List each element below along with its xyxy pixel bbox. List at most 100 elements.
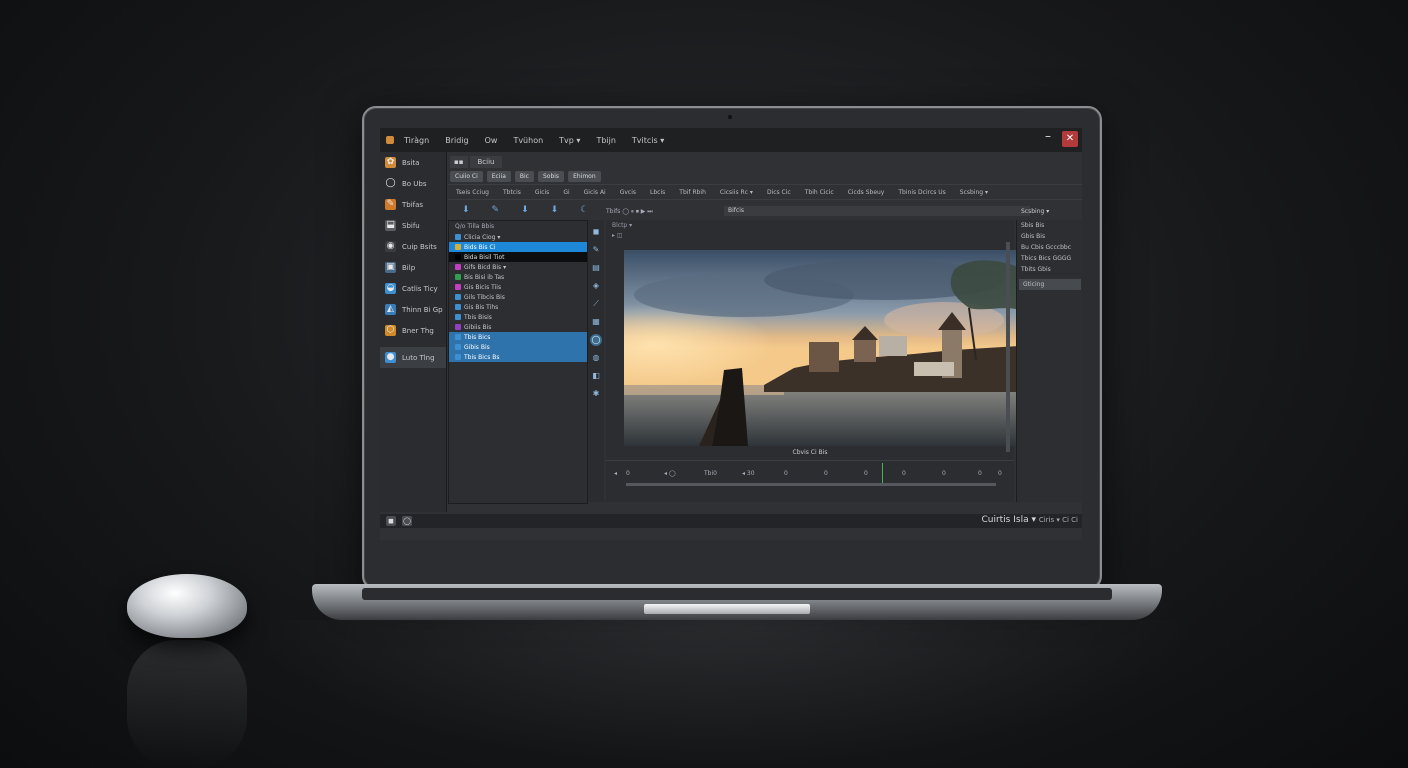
menu-item[interactable]: Bridig [445, 136, 468, 145]
tree-row-label: Tbis Bics Bs [464, 353, 500, 361]
menu-item[interactable]: Tbijn [596, 136, 615, 145]
tool-button[interactable]: ▦ [590, 316, 602, 328]
toolbar-item[interactable]: Tbih Cicic [805, 189, 834, 196]
action-button[interactable]: Cuiio Ci [450, 170, 483, 182]
viewer-tab[interactable]: Blctp ▾ [606, 220, 1014, 230]
playhead[interactable] [882, 463, 883, 485]
tool-icon[interactable]: ☾ [580, 205, 588, 215]
timeline[interactable]: ◂ 0 ◂ ◯ Tbi0 ◂ 30 0 0 0 0 0 0 0 [606, 460, 1014, 487]
sidebar-item[interactable]: ◯ Bo Ubs [380, 173, 446, 194]
layer-swatch-icon [455, 304, 461, 310]
toolbar-item[interactable]: Scsbing ▾ [960, 189, 988, 196]
menu-item[interactable]: Tiràgn [404, 136, 429, 145]
toolbar-item[interactable]: Tseis Cciug [456, 189, 489, 196]
tree-row[interactable]: Bida Bisil Tiot [449, 252, 587, 262]
menu-item[interactable]: Tvitcis ▾ [632, 136, 664, 145]
tool-button[interactable]: ◈ [590, 280, 602, 292]
tree-row[interactable]: Gibiis Bis [449, 322, 587, 332]
toolbar-item[interactable]: Tbtcis [503, 189, 521, 196]
sidebar-icon: ⬓ [385, 220, 396, 231]
tree-row[interactable]: Gis Bis Tihs [449, 302, 587, 312]
tool-icon[interactable]: ⬇ [521, 205, 529, 215]
tool-button[interactable]: ✎ [590, 244, 602, 256]
stop-icon[interactable]: ◼ [386, 516, 396, 526]
sunset-coastal-castle-photo [624, 250, 1020, 446]
menu-item[interactable]: Ow [485, 136, 498, 145]
tool-button[interactable]: ✱ [590, 388, 602, 400]
tool-icon[interactable]: ✎ [492, 205, 500, 215]
toolbar-item[interactable]: Tbif Rbih [679, 189, 706, 196]
menu-item[interactable]: Tvp ▾ [559, 136, 580, 145]
layer-tree-panel: Q/o Tilla Bbis Clicia Ciog ▾ Bids Bis Ci B… [448, 220, 588, 504]
action-button[interactable]: Bic [514, 170, 534, 182]
tree-row[interactable]: Bids Bis Ci [449, 242, 587, 252]
tree-row-label: Gibis Bis [464, 343, 490, 351]
menu-item[interactable]: Tvühon [513, 136, 543, 145]
action-button[interactable]: Ehimon [568, 170, 601, 182]
sidebar-item[interactable]: ◉ Cuip Bsits [380, 236, 446, 257]
tool-button[interactable]: ▤ [590, 262, 602, 274]
panel-row[interactable]: Tbics Bics GGGG [1017, 253, 1082, 264]
sidebar-item-label: Catlis Ticy [402, 284, 438, 293]
viewer-scrollbar[interactable] [1006, 242, 1010, 452]
minimize-button[interactable]: – [1040, 130, 1056, 147]
mouse-reflection [127, 640, 247, 768]
toolbar-item[interactable]: Cicsiis Rc ▾ [720, 189, 753, 196]
sidebar-item[interactable]: ✎ Tbifas [380, 194, 446, 215]
tool-icon[interactable]: ⬇ [551, 205, 559, 215]
sidebar-item[interactable]: ▣ Bilp [380, 257, 446, 278]
tree-row[interactable]: Gis Bicis Tiis [449, 282, 587, 292]
panel-row[interactable]: Sbis Bis [1017, 220, 1082, 231]
layer-swatch-icon [455, 284, 461, 290]
tree-row[interactable]: Clicia Ciog ▾ [449, 232, 587, 242]
tool-button[interactable]: ⟋ [590, 298, 602, 310]
tool-icon[interactable]: ⬇ [462, 205, 470, 215]
sidebar-item[interactable]: ⬓ Sbifu [380, 215, 446, 236]
tree-row-label: Bis Bisi ib Tas [464, 273, 505, 281]
sidebar-item-active[interactable]: ● Luto Tlng [380, 347, 446, 368]
toolbar-item[interactable]: Gicis Ai [584, 189, 606, 196]
sidebar-item[interactable]: ◒ Catlis Ticy [380, 278, 446, 299]
tool-button[interactable]: ◯ [590, 334, 602, 346]
panel-row[interactable]: Gbis Bis [1017, 231, 1082, 242]
toolbar-item[interactable]: Gi [563, 189, 569, 196]
toolbar-item[interactable]: Lbcis [650, 189, 665, 196]
panel-highlight-item[interactable]: Gticing [1019, 279, 1081, 290]
timeline-mark: 0 [902, 470, 906, 477]
tab-document[interactable]: Bciiu [469, 156, 503, 168]
sidebar-item[interactable]: ◭ Thinn Bi Gp [380, 299, 446, 320]
tree-row[interactable]: Tbis Bics Bs [449, 352, 587, 362]
layer-swatch-icon [455, 344, 461, 350]
status-bar: ◼ ◯ Cuirtis Isla ▾ Ciris ▾ Ci Ci [380, 514, 1082, 528]
tree-row[interactable]: Tbis Bics [449, 332, 587, 342]
timeline-track[interactable] [626, 483, 996, 486]
toolbar-item[interactable]: Gvcis [620, 189, 636, 196]
tree-row[interactable]: Gils Tibcis Bis [449, 292, 587, 302]
panel-dropdown[interactable]: Scsbing ▾ [1017, 206, 1082, 218]
tab-blank[interactable]: ▪▪ [450, 156, 468, 168]
panel-row[interactable]: Tbits Gbis [1017, 264, 1082, 275]
tree-row[interactable]: Gibis Bis [449, 342, 587, 352]
record-icon[interactable]: ◯ [402, 516, 412, 526]
tree-row[interactable]: Gifs Bicd Bis ▾ [449, 262, 587, 272]
sidebar-item[interactable]: ⬡ Bner Thg [380, 320, 446, 341]
sidebar-item-label: Bner Thg [402, 326, 434, 335]
action-button[interactable]: Sobis [537, 170, 565, 182]
sidebar-icon: ✿ [385, 157, 396, 168]
tree-row[interactable]: Bis Bisi ib Tas [449, 272, 587, 282]
status-mode[interactable]: Cuirtis Isla ▾ [981, 515, 1036, 525]
toolbar-item[interactable]: Dics Cic [767, 189, 791, 196]
tool-button[interactable]: ◧ [590, 370, 602, 382]
tool-button[interactable]: ◼ [590, 226, 602, 238]
action-button[interactable]: Eciia [486, 170, 511, 182]
active-item-icon: ● [385, 352, 396, 363]
sidebar-item[interactable]: ✿ Bsita [380, 152, 446, 173]
tool-button[interactable]: ◍ [590, 352, 602, 364]
path-field[interactable]: Bifcis [724, 206, 1030, 216]
panel-row[interactable]: Bu Cbis Gcccbbc [1017, 242, 1082, 253]
toolbar-item[interactable]: Tbinis Dcircs Us [898, 189, 945, 196]
toolbar-item[interactable]: Gicis [535, 189, 549, 196]
close-button[interactable]: ✕ [1062, 131, 1078, 147]
tree-row[interactable]: Tbis Bisis [449, 312, 587, 322]
toolbar-item[interactable]: Cicds Sbeuy [848, 189, 885, 196]
